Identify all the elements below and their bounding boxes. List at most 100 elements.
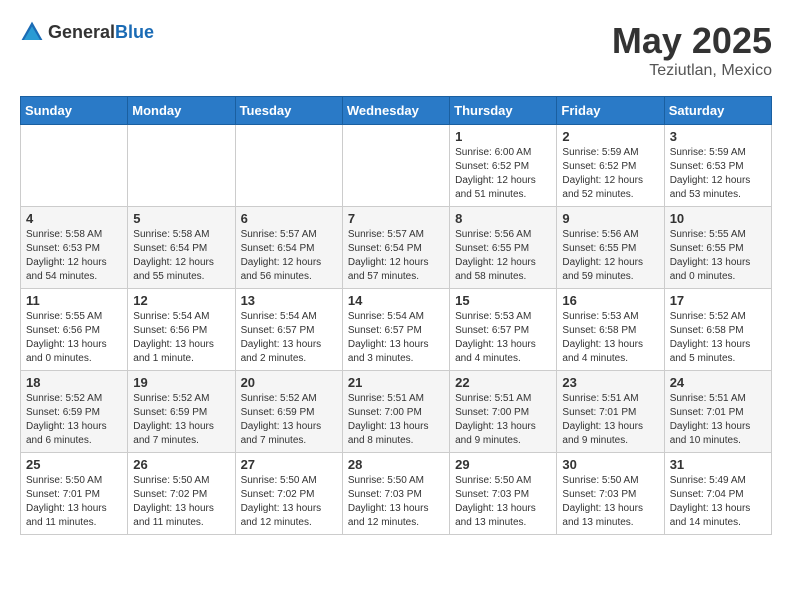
day-details: Sunrise: 5:57 AM Sunset: 6:54 PM Dayligh… xyxy=(348,228,444,284)
calendar-cell: 9 Sunrise: 5:56 AM Sunset: 6:55 PM Daylig… xyxy=(557,207,664,289)
calendar-cell: 7 Sunrise: 5:57 AM Sunset: 6:54 PM Daylig… xyxy=(342,207,449,289)
col-tuesday: Tuesday xyxy=(235,97,342,125)
calendar-cell: 22Sunrise: 5:51 AM Sunset: 7:00 PM Dayli… xyxy=(450,371,557,453)
logo-general: General xyxy=(48,22,115,42)
day-details: Sunrise: 5:53 AM Sunset: 6:57 PM Dayligh… xyxy=(455,310,551,366)
day-details: Sunrise: 5:50 AM Sunset: 7:02 PM Dayligh… xyxy=(241,474,337,530)
calendar-cell xyxy=(342,125,449,207)
day-number: 6 xyxy=(241,211,337,226)
day-number: 17 xyxy=(670,293,766,308)
day-details: Sunrise: 5:50 AM Sunset: 7:03 PM Dayligh… xyxy=(348,474,444,530)
day-number: 31 xyxy=(670,457,766,472)
calendar-cell: 2Sunrise: 5:59 AM Sunset: 6:52 PM Daylig… xyxy=(557,125,664,207)
day-number: 1 xyxy=(455,129,551,144)
calendar-cell: 12 Sunrise: 5:54 AM Sunset: 6:56 PM Dayli… xyxy=(128,289,235,371)
day-details: Sunrise: 5:51 AM Sunset: 7:00 PM Dayligh… xyxy=(348,392,444,448)
calendar-cell: 20 Sunrise: 5:52 AM Sunset: 6:59 PM Dayli… xyxy=(235,371,342,453)
calendar-week-3: 11Sunrise: 5:55 AM Sunset: 6:56 PM Dayli… xyxy=(21,289,772,371)
day-details: Sunrise: 5:49 AM Sunset: 7:04 PM Dayligh… xyxy=(670,474,766,530)
logo-blue: Blue xyxy=(115,22,154,42)
title-block: May 2025 Teziutlan, Mexico xyxy=(612,20,772,80)
day-number: 15 xyxy=(455,293,551,308)
calendar-cell xyxy=(21,125,128,207)
day-number: 13 xyxy=(241,293,337,308)
day-details: Sunrise: 5:54 AM Sunset: 6:57 PM Dayligh… xyxy=(241,310,337,366)
day-details: Sunrise: 5:58 AM Sunset: 6:54 PM Dayligh… xyxy=(133,228,229,284)
day-details: Sunrise: 5:58 AM Sunset: 6:53 PM Dayligh… xyxy=(26,228,122,284)
day-number: 5 xyxy=(133,211,229,226)
day-details: Sunrise: 5:59 AM Sunset: 6:53 PM Dayligh… xyxy=(670,146,766,202)
day-details: Sunrise: 5:56 AM Sunset: 6:55 PM Dayligh… xyxy=(455,228,551,284)
calendar-week-1: 1 Sunrise: 6:00 AM Sunset: 6:52 PM Daylig… xyxy=(21,125,772,207)
calendar-cell: 8 Sunrise: 5:56 AM Sunset: 6:55 PM Daylig… xyxy=(450,207,557,289)
calendar-cell: 10Sunrise: 5:55 AM Sunset: 6:55 PM Dayli… xyxy=(664,207,771,289)
calendar-cell: 29 Sunrise: 5:50 AM Sunset: 7:03 PM Dayli… xyxy=(450,453,557,535)
day-number: 18 xyxy=(26,375,122,390)
month-title: May 2025 xyxy=(612,20,772,62)
calendar-cell: 30Sunrise: 5:50 AM Sunset: 7:03 PM Dayli… xyxy=(557,453,664,535)
calendar-cell xyxy=(235,125,342,207)
day-details: Sunrise: 5:52 AM Sunset: 6:59 PM Dayligh… xyxy=(241,392,337,448)
calendar-cell: 26 Sunrise: 5:50 AM Sunset: 7:02 PM Dayli… xyxy=(128,453,235,535)
day-number: 9 xyxy=(562,211,658,226)
day-details: Sunrise: 5:52 AM Sunset: 6:58 PM Dayligh… xyxy=(670,310,766,366)
day-details: Sunrise: 5:53 AM Sunset: 6:58 PM Dayligh… xyxy=(562,310,658,366)
day-details: Sunrise: 5:51 AM Sunset: 7:00 PM Dayligh… xyxy=(455,392,551,448)
day-number: 23 xyxy=(562,375,658,390)
day-details: Sunrise: 5:52 AM Sunset: 6:59 PM Dayligh… xyxy=(26,392,122,448)
col-friday: Friday xyxy=(557,97,664,125)
day-number: 4 xyxy=(26,211,122,226)
calendar-cell: 5 Sunrise: 5:58 AM Sunset: 6:54 PM Daylig… xyxy=(128,207,235,289)
calendar-header: Sunday Monday Tuesday Wednesday Thursday… xyxy=(21,97,772,125)
logo-text: GeneralBlue xyxy=(48,22,154,43)
day-number: 10 xyxy=(670,211,766,226)
day-details: Sunrise: 5:50 AM Sunset: 7:03 PM Dayligh… xyxy=(455,474,551,530)
calendar-cell: 27 Sunrise: 5:50 AM Sunset: 7:02 PM Dayli… xyxy=(235,453,342,535)
calendar-cell: 13 Sunrise: 5:54 AM Sunset: 6:57 PM Dayli… xyxy=(235,289,342,371)
day-details: Sunrise: 5:59 AM Sunset: 6:52 PM Dayligh… xyxy=(562,146,658,202)
day-number: 19 xyxy=(133,375,229,390)
day-number: 27 xyxy=(241,457,337,472)
day-number: 12 xyxy=(133,293,229,308)
calendar-cell: 6Sunrise: 5:57 AM Sunset: 6:54 PM Daylig… xyxy=(235,207,342,289)
header-row: Sunday Monday Tuesday Wednesday Thursday… xyxy=(21,97,772,125)
day-details: Sunrise: 5:51 AM Sunset: 7:01 PM Dayligh… xyxy=(562,392,658,448)
day-number: 24 xyxy=(670,375,766,390)
calendar-cell: 28 Sunrise: 5:50 AM Sunset: 7:03 PM Dayli… xyxy=(342,453,449,535)
calendar-cell: 4 Sunrise: 5:58 AM Sunset: 6:53 PM Daylig… xyxy=(21,207,128,289)
day-number: 21 xyxy=(348,375,444,390)
calendar-cell xyxy=(128,125,235,207)
calendar-body: 1 Sunrise: 6:00 AM Sunset: 6:52 PM Daylig… xyxy=(21,125,772,535)
day-number: 20 xyxy=(241,375,337,390)
logo: GeneralBlue xyxy=(20,20,154,44)
day-details: Sunrise: 5:54 AM Sunset: 6:56 PM Dayligh… xyxy=(133,310,229,366)
calendar-week-4: 18 Sunrise: 5:52 AM Sunset: 6:59 PM Dayli… xyxy=(21,371,772,453)
col-saturday: Saturday xyxy=(664,97,771,125)
calendar-cell: 11Sunrise: 5:55 AM Sunset: 6:56 PM Dayli… xyxy=(21,289,128,371)
logo-icon xyxy=(20,20,44,44)
calendar-cell: 23 Sunrise: 5:51 AM Sunset: 7:01 PM Dayli… xyxy=(557,371,664,453)
day-number: 29 xyxy=(455,457,551,472)
day-number: 7 xyxy=(348,211,444,226)
day-number: 28 xyxy=(348,457,444,472)
day-details: Sunrise: 5:52 AM Sunset: 6:59 PM Dayligh… xyxy=(133,392,229,448)
calendar-cell: 25Sunrise: 5:50 AM Sunset: 7:01 PM Dayli… xyxy=(21,453,128,535)
location: Teziutlan, Mexico xyxy=(612,62,772,80)
day-number: 26 xyxy=(133,457,229,472)
day-number: 8 xyxy=(455,211,551,226)
col-monday: Monday xyxy=(128,97,235,125)
col-thursday: Thursday xyxy=(450,97,557,125)
page-header: GeneralBlue May 2025 Teziutlan, Mexico xyxy=(20,20,772,80)
calendar-cell: 31 Sunrise: 5:49 AM Sunset: 7:04 PM Dayli… xyxy=(664,453,771,535)
day-details: Sunrise: 6:00 AM Sunset: 6:52 PM Dayligh… xyxy=(455,146,551,202)
day-details: Sunrise: 5:50 AM Sunset: 7:02 PM Dayligh… xyxy=(133,474,229,530)
calendar-week-2: 4 Sunrise: 5:58 AM Sunset: 6:53 PM Daylig… xyxy=(21,207,772,289)
day-number: 11 xyxy=(26,293,122,308)
calendar-cell: 21 Sunrise: 5:51 AM Sunset: 7:00 PM Dayli… xyxy=(342,371,449,453)
day-details: Sunrise: 5:50 AM Sunset: 7:01 PM Dayligh… xyxy=(26,474,122,530)
day-details: Sunrise: 5:56 AM Sunset: 6:55 PM Dayligh… xyxy=(562,228,658,284)
day-number: 3 xyxy=(670,129,766,144)
calendar-cell: 16Sunrise: 5:53 AM Sunset: 6:58 PM Dayli… xyxy=(557,289,664,371)
calendar-cell: 17 Sunrise: 5:52 AM Sunset: 6:58 PM Dayli… xyxy=(664,289,771,371)
calendar-cell: 15 Sunrise: 5:53 AM Sunset: 6:57 PM Dayli… xyxy=(450,289,557,371)
